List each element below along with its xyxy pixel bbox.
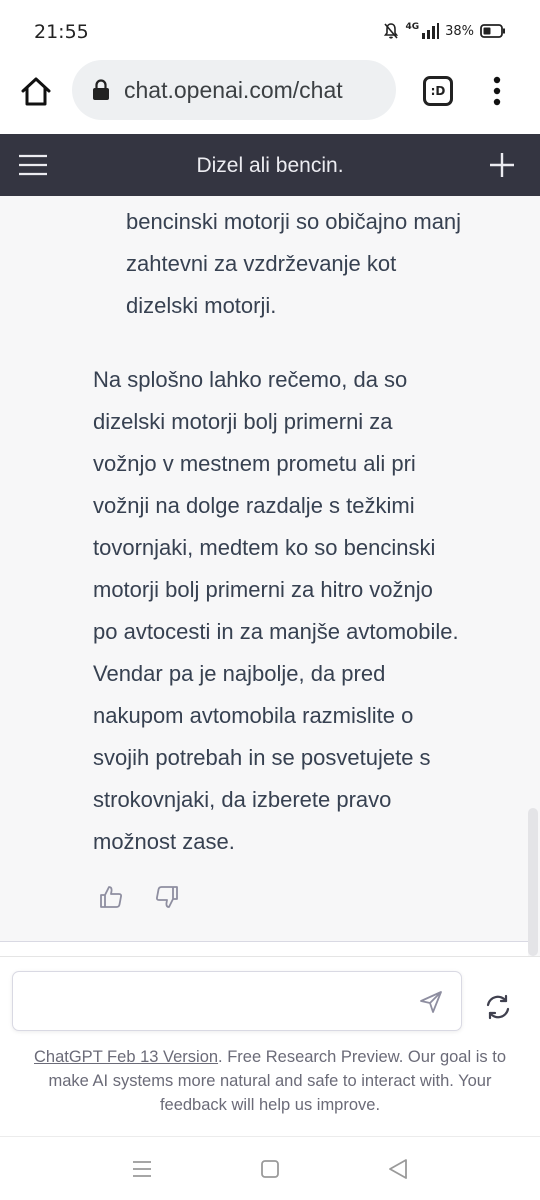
home-button[interactable] <box>18 74 54 110</box>
bullet-line: bencinski motorji so običajno manj <box>126 209 462 234</box>
paragraph-line: nakupom avtomobila razmislite o <box>93 703 414 728</box>
paragraph-line: tovornjaki, medtem ko so bencinski <box>93 535 436 560</box>
paragraph-line: možnost zase. <box>93 829 235 854</box>
paragraph-line: vožnjo v mestnem prometu ali pri <box>93 451 416 476</box>
lock-icon <box>93 79 109 100</box>
back-button[interactable] <box>386 1157 410 1181</box>
overflow-menu-button[interactable] <box>490 74 504 110</box>
more-vert-icon <box>493 76 501 106</box>
tab-switcher-button[interactable]: :D <box>423 76 453 106</box>
send-button[interactable] <box>419 990 443 1014</box>
status-bar: 21:55 4G 38% <box>0 0 540 62</box>
scrollbar-thumb[interactable] <box>528 808 538 956</box>
signal-icon <box>421 23 440 39</box>
chat-header: Dizel ali bencin. <box>0 134 540 196</box>
composer: ChatGPT Feb 13 Version. Free Research Pr… <box>0 956 540 1136</box>
thumbs-down-button[interactable] <box>154 884 180 910</box>
paragraph-line: svojih potrebah in se posvetujete s <box>93 745 431 770</box>
mute-bell-icon <box>383 22 399 40</box>
message-input-box[interactable] <box>12 971 462 1031</box>
thumbs-up-button[interactable] <box>98 884 124 910</box>
thumbs-up-icon <box>100 886 122 908</box>
thumbs-down-icon <box>156 886 178 908</box>
response-paragraph: Na splošno lahko rečemo, da so dizelski … <box>93 359 523 863</box>
network-label: 4G <box>405 22 420 32</box>
url-bar[interactable]: chat.openai.com/chat <box>72 60 396 120</box>
status-icons: 4G 38% <box>383 22 506 40</box>
paragraph-line: Vendar pa je najbolje, da pred <box>93 661 386 686</box>
feedback-buttons <box>98 884 180 910</box>
refresh-icon <box>486 994 510 1020</box>
home-nav-button[interactable] <box>258 1157 282 1181</box>
paragraph-line: motorji bolj primerni za hitro vožnjo <box>93 577 433 602</box>
chat-title: Dizel ali bencin. <box>196 154 344 177</box>
chat-message-area[interactable]: bencinski motorji so običajno manj zahte… <box>0 196 540 942</box>
battery-icon <box>480 24 506 38</box>
bullet-text: bencinski motorji so običajno manj zahte… <box>126 201 516 327</box>
paragraph-line: po avtocesti in za manjše avtomobile. <box>93 619 459 644</box>
version-link[interactable]: ChatGPT Feb 13 Version <box>34 1048 218 1066</box>
home-icon <box>21 77 51 106</box>
message-input[interactable] <box>25 982 405 1020</box>
paragraph-line: Na splošno lahko rečemo, da so <box>93 367 408 392</box>
paragraph-line: vožnji na dolge razdalje s težkimi <box>93 493 415 518</box>
disclaimer: ChatGPT Feb 13 Version. Free Research Pr… <box>16 1045 524 1117</box>
new-chat-button[interactable] <box>488 151 516 179</box>
system-nav-bar <box>0 1136 540 1200</box>
browser-toolbar: chat.openai.com/chat :D <box>0 60 540 134</box>
recents-button[interactable] <box>130 1157 154 1181</box>
bullet-line: dizelski motorji. <box>126 293 277 318</box>
back-triangle-icon <box>389 1159 407 1179</box>
paragraph-line: dizelski motorji bolj primerni za <box>93 409 393 434</box>
square-icon <box>261 1160 279 1178</box>
battery-label: 38% <box>445 23 474 39</box>
plus-icon <box>490 153 514 177</box>
regenerate-button[interactable] <box>484 993 512 1021</box>
send-icon <box>420 991 442 1013</box>
divider <box>0 941 528 942</box>
menu-lines-icon <box>133 1161 151 1177</box>
bullet-line: zahtevni za vzdrževanje kot <box>126 251 397 276</box>
url-text: chat.openai.com/chat <box>124 76 343 103</box>
status-time: 21:55 <box>34 21 89 43</box>
paragraph-line: strokovnjaki, da izberete pravo <box>93 787 392 812</box>
